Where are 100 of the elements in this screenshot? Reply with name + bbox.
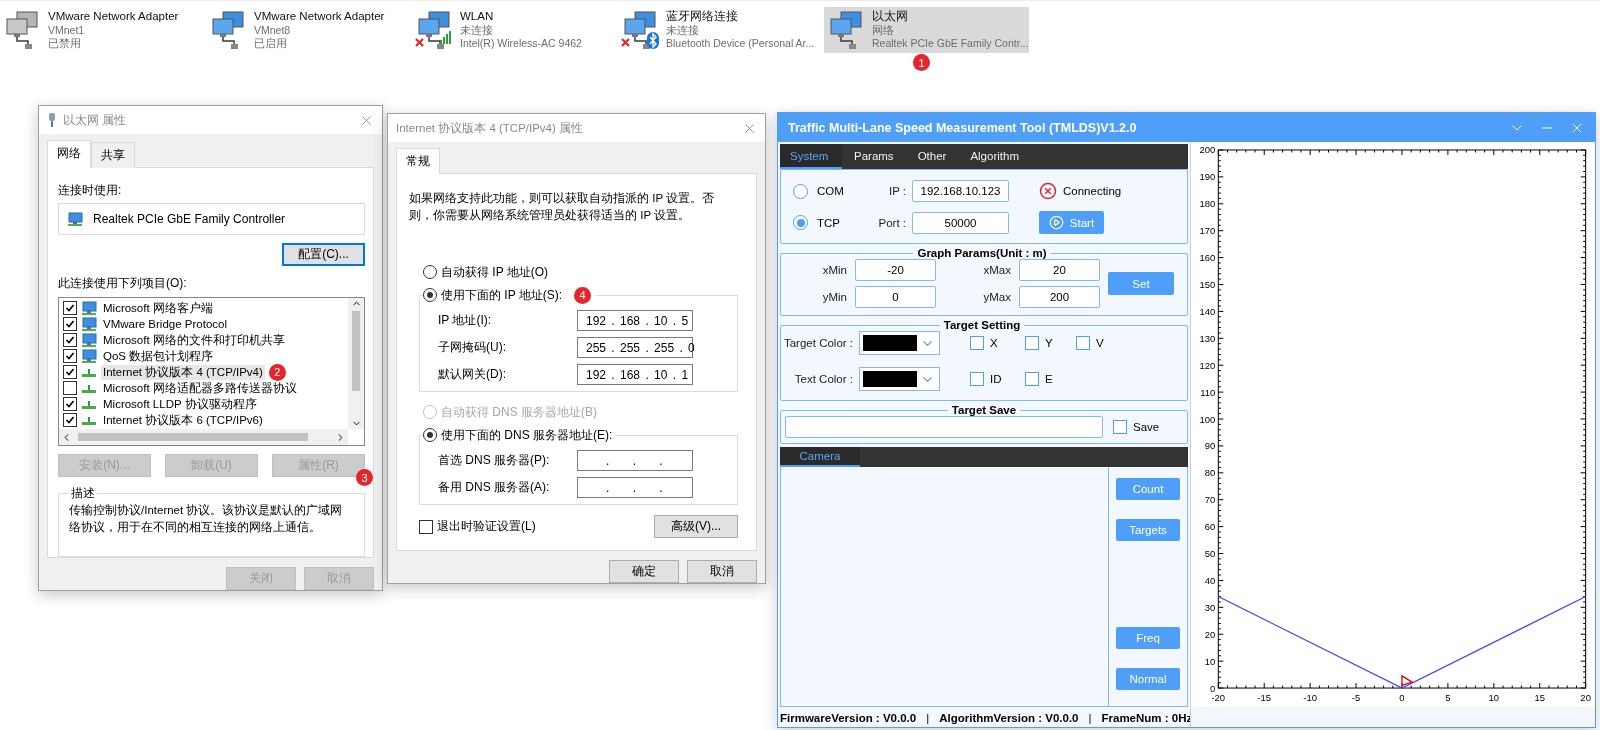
advanced-button[interactable]: 高级(V)... bbox=[654, 515, 738, 538]
checkbox[interactable] bbox=[970, 336, 984, 350]
checkbox[interactable] bbox=[63, 301, 77, 315]
checkbox-label[interactable]: Y bbox=[1045, 337, 1053, 349]
field-label: xMax bbox=[982, 264, 1011, 276]
axis-label: 0 bbox=[1210, 682, 1216, 694]
status-text: FirmwareVersion : V0.0.0 bbox=[780, 712, 917, 724]
checkbox-label[interactable]: ID bbox=[990, 373, 1002, 385]
list-item[interactable]: Microsoft 网络适配器多路传送器协议 bbox=[101, 380, 299, 396]
radio-label[interactable]: COM bbox=[817, 185, 844, 197]
connection-detail: 已启用 bbox=[254, 37, 288, 51]
list-item[interactable]: Microsoft 网络客户端 bbox=[101, 300, 215, 316]
tab[interactable]: Params bbox=[842, 144, 906, 169]
list-item[interactable]: Microsoft 网络的文件和打印机共享 bbox=[101, 332, 287, 348]
network-connection[interactable]: WLAN 未连接 Intel(R) Wireless-AC 9462 bbox=[412, 7, 617, 53]
checkbox-label[interactable]: Save bbox=[1133, 421, 1160, 433]
horizontal-scrollbar[interactable] bbox=[59, 429, 348, 445]
connection-name: VMware Network Adapter bbox=[254, 10, 385, 24]
checkbox[interactable] bbox=[1113, 420, 1127, 434]
radio-label[interactable]: TCP bbox=[817, 216, 840, 229]
list-item[interactable]: QoS 数据包计划程序 bbox=[101, 348, 216, 364]
field-label: IP : bbox=[887, 185, 906, 197]
axis-label: 10 bbox=[1488, 692, 1500, 703]
radio-button[interactable] bbox=[423, 288, 437, 302]
connection-name: 以太网 bbox=[872, 10, 909, 24]
axis-label: 40 bbox=[1204, 574, 1216, 586]
separator: | bbox=[926, 712, 930, 724]
ip-address-field[interactable]: . . . bbox=[577, 477, 693, 498]
ip-address-field[interactable]: 192 . 168 . 10 . 1 bbox=[577, 364, 693, 385]
axis-label: 5 bbox=[1445, 692, 1451, 703]
radio-button[interactable] bbox=[423, 428, 437, 442]
ip-address-field[interactable]: 255 . 255 . 255 . 0 bbox=[577, 337, 693, 358]
checkbox[interactable] bbox=[970, 372, 984, 386]
tab[interactable]: 共享 bbox=[91, 142, 135, 168]
ip-address-field[interactable]: 192 . 168 . 10 . 5 bbox=[577, 310, 693, 331]
field-label: xMin bbox=[821, 264, 847, 276]
checkbox-label[interactable]: V bbox=[1096, 337, 1104, 349]
axis-label: -20 bbox=[1211, 692, 1226, 703]
checkbox[interactable] bbox=[63, 333, 77, 347]
axis-label: 20 bbox=[1580, 692, 1591, 703]
list-item[interactable]: Internet 协议版本 4 (TCP/IPv4) bbox=[101, 364, 265, 380]
list-item[interactable]: Internet 协议版本 6 (TCP/IPv6) bbox=[101, 412, 265, 428]
network-connection[interactable]: VMware Network Adapter VMnet8 已启用 bbox=[206, 7, 411, 53]
number-badge: 1 bbox=[913, 54, 930, 71]
connection-detail: 未连接 bbox=[460, 23, 494, 37]
separator: | bbox=[1088, 712, 1092, 724]
checkbox-label[interactable]: E bbox=[1045, 373, 1053, 385]
tab[interactable]: Other bbox=[905, 144, 959, 169]
color-dropdown[interactable] bbox=[859, 367, 940, 391]
ip-address-field[interactable]: . . . bbox=[577, 450, 693, 471]
protocol-icon bbox=[81, 367, 97, 377]
number-field[interactable]: -20 bbox=[855, 259, 936, 281]
number-field[interactable]: 20 bbox=[1019, 259, 1100, 281]
port-field[interactable]: 50000 bbox=[912, 211, 1009, 234]
axis-label: 10 bbox=[1204, 655, 1216, 667]
tab[interactable]: System bbox=[780, 144, 842, 169]
dialog-button[interactable]: 确定 bbox=[609, 560, 679, 583]
axis-label: 0 bbox=[1399, 692, 1405, 703]
list-item[interactable]: Microsoft LLDP 协议驱动程序 bbox=[101, 396, 259, 412]
network-connection[interactable]: 蓝牙网络连接 未连接 Bluetooth Device (Personal Ar... bbox=[618, 7, 823, 53]
radio-button[interactable] bbox=[423, 265, 437, 279]
tab[interactable]: 常规 bbox=[396, 148, 440, 174]
checkbox[interactable] bbox=[63, 413, 77, 427]
checkbox[interactable] bbox=[1025, 372, 1039, 386]
option-label[interactable]: 使用下面的 IP 地址(S): bbox=[441, 286, 563, 304]
radio-button[interactable] bbox=[793, 215, 808, 230]
tab[interactable]: 网络 bbox=[47, 140, 91, 168]
field-label: yMin bbox=[821, 291, 847, 303]
list-item[interactable]: VMware Bridge Protocol bbox=[101, 318, 229, 330]
number-field[interactable]: 200 bbox=[1019, 286, 1100, 308]
number-field[interactable]: 0 bbox=[855, 286, 936, 308]
ip-field[interactable]: 192.168.10.123 bbox=[912, 180, 1009, 202]
intro-text: 如果网络支持此功能，则可以获取自动指派的 IP 设置。否则，你需要从网络系统管理员处获得适当的 IP 设置。 bbox=[409, 191, 716, 223]
checkbox[interactable] bbox=[63, 317, 77, 331]
checkbox[interactable] bbox=[63, 381, 77, 395]
checkbox[interactable] bbox=[1076, 336, 1090, 350]
window-title: 以太网 属性 bbox=[63, 112, 128, 128]
connection-detail: VMnet8 bbox=[254, 23, 292, 37]
tab[interactable]: Camera bbox=[780, 447, 860, 467]
target-marker-icon bbox=[1401, 674, 1414, 687]
save-path-field[interactable] bbox=[785, 416, 1103, 438]
checkbox[interactable] bbox=[419, 519, 433, 534]
tab[interactable]: Algorithm bbox=[958, 144, 1031, 169]
axis-label: 190 bbox=[1199, 171, 1216, 183]
configure-button[interactable]: 配置(C)... bbox=[282, 243, 365, 266]
checkbox[interactable] bbox=[1025, 336, 1039, 350]
option-label[interactable]: 自动获得 IP 地址(O) bbox=[441, 263, 549, 281]
network-service-icon bbox=[81, 316, 97, 332]
dialog-button[interactable]: 取消 bbox=[687, 560, 757, 583]
checkbox-label[interactable]: 退出时验证设置(L) bbox=[437, 518, 536, 535]
number-badge: 4 bbox=[574, 286, 592, 304]
radio-button[interactable] bbox=[793, 183, 808, 199]
color-dropdown[interactable] bbox=[859, 331, 940, 355]
connection-detail: VMnet1 bbox=[48, 23, 86, 37]
connection-detail: 网络 bbox=[872, 23, 895, 37]
checkbox-label[interactable]: X bbox=[990, 337, 998, 349]
checkbox[interactable] bbox=[63, 397, 77, 411]
vertical-scrollbar[interactable] bbox=[348, 298, 364, 429]
checkbox[interactable] bbox=[63, 365, 77, 379]
checkbox[interactable] bbox=[63, 349, 77, 363]
